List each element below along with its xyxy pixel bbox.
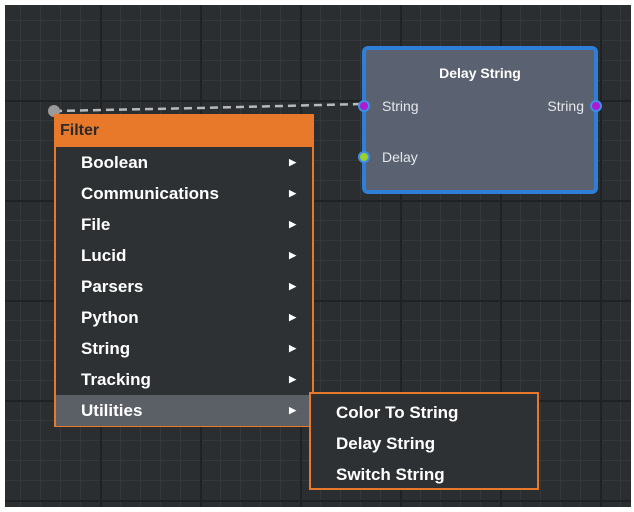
menu-item-label: Python	[81, 308, 139, 327]
input-delay-port[interactable]	[358, 151, 370, 163]
input-delay-label: Delay	[382, 149, 418, 165]
input-string-label: String	[382, 98, 419, 114]
menu-item-lucid[interactable]: Lucid ▶	[56, 240, 312, 271]
menu-item-label: Tracking	[81, 370, 151, 389]
chevron-right-icon: ▶	[289, 188, 296, 198]
menu-item-label: Lucid	[81, 246, 127, 265]
chevron-right-icon: ▶	[289, 157, 296, 167]
menu-item-label: Communications	[81, 184, 219, 203]
delay-string-node[interactable]: Delay String String String Delay	[358, 46, 602, 194]
menu-item-label: Boolean	[81, 153, 149, 172]
filter-context-menu: Filter Boolean ▶ Communications ▶ File ▶…	[54, 114, 314, 427]
output-string-port[interactable]	[590, 100, 602, 112]
menu-filter-header[interactable]: Filter	[54, 114, 314, 147]
menu-item-parsers[interactable]: Parsers ▶	[56, 271, 312, 302]
menu-item-label: String	[81, 339, 131, 358]
submenu-item-switch-string[interactable]: Switch String	[311, 459, 537, 490]
menu-item-label: File	[81, 215, 111, 234]
chevron-right-icon: ▶	[289, 219, 296, 229]
node-title: Delay String	[439, 65, 521, 81]
menu-item-tracking[interactable]: Tracking ▶	[56, 364, 312, 395]
input-string-port[interactable]	[358, 100, 370, 112]
menu-item-file[interactable]: File ▶	[56, 209, 312, 240]
chevron-right-icon: ▶	[289, 374, 296, 384]
chevron-right-icon: ▶	[289, 250, 296, 260]
chevron-right-icon: ▶	[289, 405, 296, 415]
submenu-item-color-to-string[interactable]: Color To String	[311, 397, 537, 428]
menu-item-python[interactable]: Python ▶	[56, 302, 312, 333]
menu-item-label: Utilities	[81, 401, 143, 420]
utilities-submenu: Color To String Delay String Switch Stri…	[309, 392, 539, 490]
menu-item-string[interactable]: String ▶	[56, 333, 312, 364]
menu-item-utilities[interactable]: Utilities ▶	[56, 395, 312, 426]
chevron-right-icon: ▶	[289, 343, 296, 353]
menu-item-label: Parsers	[81, 277, 144, 296]
output-string-label: String	[547, 98, 584, 114]
chevron-right-icon: ▶	[289, 312, 296, 322]
menu-item-boolean[interactable]: Boolean ▶	[56, 147, 312, 178]
submenu-item-delay-string[interactable]: Delay String	[311, 428, 537, 459]
chevron-right-icon: ▶	[289, 281, 296, 291]
menu-item-communications[interactable]: Communications ▶	[56, 178, 312, 209]
